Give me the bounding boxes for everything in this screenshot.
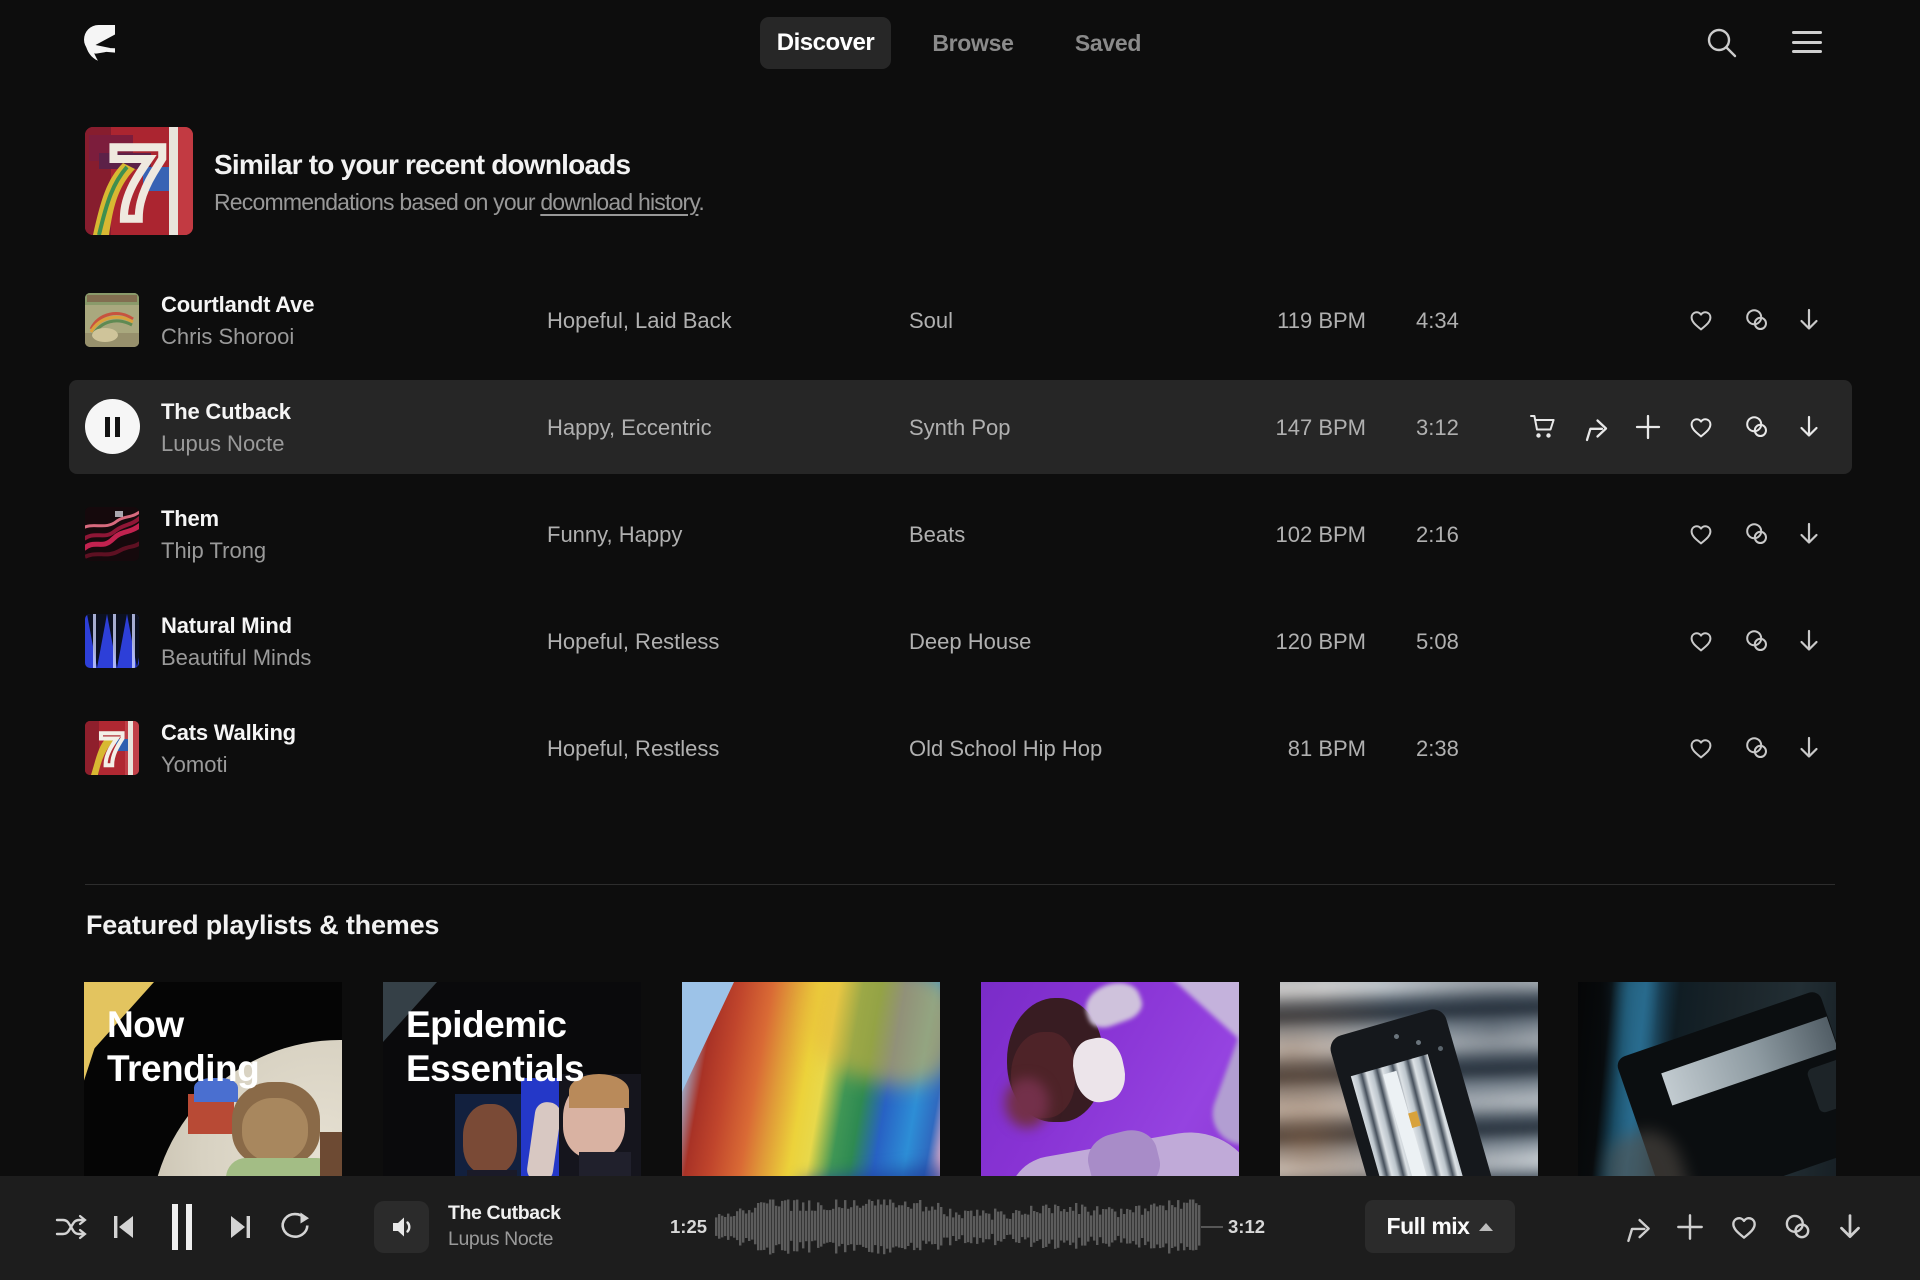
svg-text:7: 7	[99, 723, 125, 775]
svg-text:7: 7	[109, 127, 167, 235]
